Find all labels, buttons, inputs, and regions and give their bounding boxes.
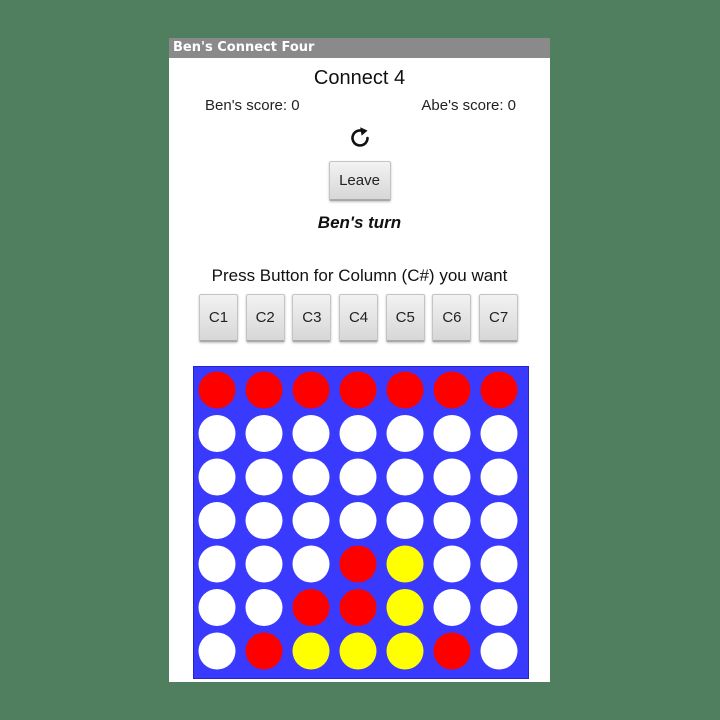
empty-slot	[198, 589, 236, 626]
empty-slot	[292, 415, 330, 452]
column-6-button[interactable]: C6	[432, 294, 472, 342]
column-5-button[interactable]: C5	[385, 294, 425, 342]
empty-slot	[339, 458, 377, 496]
empty-slot	[292, 545, 330, 583]
empty-slot	[386, 502, 424, 539]
column-1-button[interactable]: C1	[199, 294, 238, 342]
empty-slot	[480, 415, 518, 452]
column-buttons: C1 C2 C3 C4 C5 C6 C7	[169, 294, 550, 342]
yellow-disc	[339, 632, 377, 670]
empty-slot	[198, 632, 236, 670]
red-disc	[198, 371, 236, 409]
turn-indicator: Ben's turn	[317, 213, 402, 232]
empty-slot	[245, 545, 283, 583]
empty-slot	[292, 502, 330, 539]
red-disc	[292, 589, 330, 626]
column-4-button[interactable]: C4	[339, 294, 379, 342]
empty-slot	[198, 458, 236, 496]
empty-slot	[480, 589, 518, 626]
empty-slot	[433, 502, 471, 539]
red-disc	[292, 371, 330, 409]
column-2-button[interactable]: C2	[245, 294, 285, 342]
red-disc	[480, 371, 518, 409]
yellow-disc	[386, 589, 424, 626]
empty-slot	[480, 632, 518, 670]
game-board	[193, 366, 529, 679]
red-disc	[433, 632, 471, 670]
empty-slot	[198, 415, 236, 452]
yellow-disc	[386, 632, 424, 670]
player-one-score: Ben's score: 0	[205, 97, 300, 114]
window-title: Ben's Connect Four	[169, 38, 550, 58]
empty-slot	[386, 458, 424, 496]
empty-slot	[433, 415, 471, 452]
empty-slot	[198, 502, 236, 539]
column-3-button[interactable]: C3	[292, 294, 332, 342]
empty-slot	[339, 502, 377, 539]
empty-slot	[433, 458, 471, 496]
refresh-icon[interactable]	[347, 125, 373, 151]
empty-slot	[480, 458, 518, 496]
instructions-text: Press Button for Column (C#) you want	[211, 266, 508, 285]
yellow-disc	[386, 545, 424, 583]
red-disc	[245, 371, 283, 409]
empty-slot	[386, 415, 424, 452]
empty-slot	[245, 415, 283, 452]
red-disc	[339, 589, 377, 626]
scoreboard: Ben's score: 0 Abe's score: 0	[169, 95, 550, 119]
column-7-button[interactable]: C7	[479, 294, 519, 342]
empty-slot	[198, 545, 236, 583]
page-title: Connect 4	[313, 67, 406, 89]
yellow-disc	[292, 632, 330, 670]
player-two-score: Abe's score: 0	[421, 97, 516, 114]
red-disc	[433, 371, 471, 409]
red-disc	[339, 545, 377, 583]
empty-slot	[480, 502, 518, 539]
red-disc	[245, 632, 283, 670]
empty-slot	[245, 458, 283, 496]
red-disc	[339, 371, 377, 409]
empty-slot	[433, 589, 471, 626]
empty-slot	[339, 415, 377, 452]
empty-slot	[480, 545, 518, 583]
board-grid	[198, 371, 518, 670]
empty-slot	[245, 589, 283, 626]
leave-button[interactable]: Leave	[328, 161, 391, 201]
empty-slot	[292, 458, 330, 496]
app-window: Ben's Connect Four Connect 4 Ben's score…	[169, 38, 550, 682]
empty-slot	[245, 502, 283, 539]
empty-slot	[433, 545, 471, 583]
red-disc	[386, 371, 424, 409]
